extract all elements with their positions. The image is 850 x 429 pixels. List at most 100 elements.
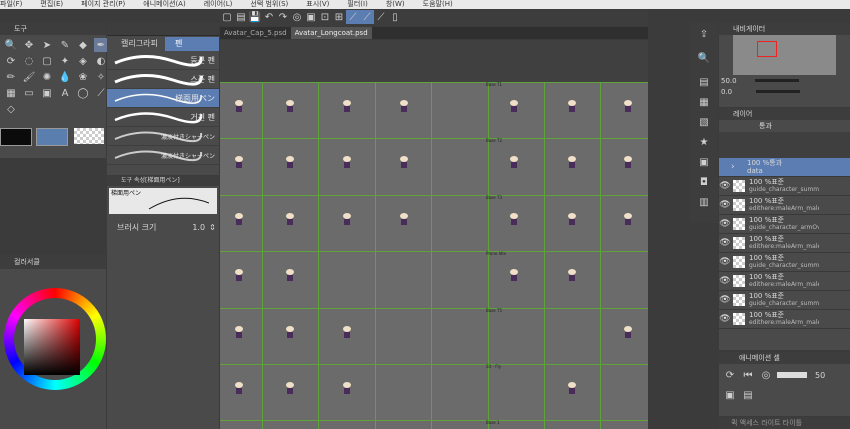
save-icon[interactable]: 💾 bbox=[248, 10, 262, 24]
rect-select-tool-icon[interactable]: ▢ bbox=[40, 54, 54, 68]
zoom-value[interactable]: 50.0 bbox=[721, 77, 737, 85]
new-cell-icon[interactable]: ▣ bbox=[723, 388, 737, 402]
blend-tool-icon[interactable]: ◐ bbox=[94, 54, 108, 68]
layer-row[interactable]: 👁 100 %표준edithere:maleArm_maleArm_f bbox=[719, 272, 850, 291]
snap-special-icon[interactable]: ⟋ bbox=[360, 10, 374, 24]
balloon-tool-icon[interactable]: ◯ bbox=[76, 86, 90, 100]
zoom-slider[interactable] bbox=[754, 79, 799, 82]
redo-icon[interactable]: ↷ bbox=[276, 10, 290, 24]
snap-grid-icon[interactable]: ⟋ bbox=[374, 10, 388, 24]
info-icon[interactable]: ▥ bbox=[697, 195, 711, 209]
open-icon[interactable]: ▤ bbox=[234, 10, 248, 24]
undo-icon[interactable]: ↶ bbox=[262, 10, 276, 24]
decoration-tool-icon[interactable]: ❀ bbox=[76, 70, 90, 84]
operation-tool-icon[interactable]: ➤ bbox=[40, 38, 54, 52]
ink-tool-icon[interactable]: 💧 bbox=[58, 70, 72, 84]
clear-icon[interactable]: ◎ bbox=[290, 10, 304, 24]
saturation-value-square[interactable] bbox=[24, 319, 80, 375]
visibility-eye-icon[interactable]: 👁 bbox=[719, 200, 731, 210]
menu-layer[interactable]: 레이어(L) bbox=[204, 0, 233, 9]
frame-number[interactable]: 50 bbox=[815, 371, 825, 380]
visibility-eye-icon[interactable]: 👁 bbox=[719, 181, 731, 191]
subtool-tab-pen[interactable]: 펜 bbox=[165, 37, 219, 51]
navigator-viewport-box[interactable] bbox=[757, 41, 777, 57]
favorite-icon[interactable]: ★ bbox=[697, 135, 711, 149]
onion-skin-icon[interactable]: ◎ bbox=[759, 368, 773, 382]
quick-access-tab[interactable]: 퀵 액세스 라이트 타이틀 bbox=[719, 417, 850, 429]
smartphone-icon[interactable]: ▯ bbox=[388, 10, 402, 24]
eraser-tool-icon[interactable]: ◆ bbox=[76, 38, 90, 52]
brush-round-pen[interactable]: 둥근 펜 bbox=[107, 51, 219, 70]
layer-row[interactable]: 👁 100 %표준 guide_character_summa bbox=[719, 253, 850, 272]
layer-row[interactable]: 👁 100 %표준edithere:maleArm_maleArmBi bbox=[719, 310, 850, 329]
menu-help[interactable]: 도움말(H) bbox=[423, 0, 453, 9]
delete-cell-icon[interactable]: ▤ bbox=[741, 388, 755, 402]
menu-animation[interactable]: 애니메이션(A) bbox=[143, 0, 185, 9]
layer-row[interactable]: 👁 100 %표준 guide_character_summa bbox=[719, 291, 850, 310]
layer-row[interactable]: 👁 100 %표준edithere:maleArm_maleArmL bbox=[719, 196, 850, 215]
search-icon[interactable]: 🔍 bbox=[697, 51, 711, 65]
brush-mechanical-pencil-2[interactable]: 濃淡付きシャーペン bbox=[107, 146, 219, 165]
menu-window[interactable]: 창(W) bbox=[386, 0, 405, 9]
layer-row[interactable]: 👁 100 %표준 guide_character_summa bbox=[719, 177, 850, 196]
layer-row[interactable]: 👁 100 %표준 guide_character_armOve bbox=[719, 215, 850, 234]
sub-view-icon[interactable]: ▤ bbox=[697, 75, 711, 89]
brush-tool-icon[interactable]: 🖌 bbox=[22, 70, 36, 84]
eyedropper-tool-icon[interactable]: ✎ bbox=[58, 38, 72, 52]
menu-filter[interactable]: 필터(I) bbox=[347, 0, 367, 9]
brush-spoon-pen[interactable]: 스푼 펜 bbox=[107, 70, 219, 89]
first-frame-icon[interactable]: ⏮ bbox=[741, 368, 755, 382]
zoom-tool-icon[interactable]: 🔍 bbox=[4, 38, 18, 52]
brush-size-value[interactable]: 1.0 bbox=[192, 223, 205, 232]
loop-icon[interactable]: ⟳ bbox=[723, 368, 737, 382]
transparent-color-swatch[interactable] bbox=[74, 128, 104, 144]
ruler-tool-icon[interactable]: ⟋ bbox=[94, 86, 108, 100]
camera-icon[interactable]: ◘ bbox=[697, 175, 711, 189]
layer-folder-data[interactable]: › 100 %통과 data bbox=[719, 158, 850, 177]
folder-expand-icon[interactable]: › bbox=[731, 162, 743, 172]
angle-slider[interactable] bbox=[756, 90, 801, 93]
navigator-preview[interactable] bbox=[733, 35, 836, 75]
visibility-eye-icon[interactable]: 👁 bbox=[719, 257, 731, 267]
brush-rough-pen[interactable]: 거친 펜 bbox=[107, 108, 219, 127]
layer-property-icon[interactable]: ▧ bbox=[697, 115, 711, 129]
gradient-tool-icon[interactable]: ▦ bbox=[4, 86, 18, 100]
canvas-area[interactable]: Base T1 Base T2 Base T3 Prone Idle Base … bbox=[220, 40, 648, 429]
subtool-tab-calligraphy[interactable]: 캘리그라피 bbox=[107, 37, 165, 51]
correction-tool-icon[interactable]: ◇ bbox=[4, 102, 18, 116]
snap-ruler-icon[interactable]: ⟋ bbox=[346, 10, 360, 24]
doc-tab-longcoat[interactable]: Avatar_Longcoat.psd bbox=[290, 27, 372, 39]
pen-tool-icon[interactable]: ✒ bbox=[94, 38, 108, 52]
brush-gradient-pen[interactable]: 梯面用ペン bbox=[107, 89, 219, 108]
angle-value[interactable]: 0.0 bbox=[721, 88, 732, 96]
lasso-tool-icon[interactable]: ◌ bbox=[22, 54, 36, 68]
material-icon[interactable]: ⇪ bbox=[697, 27, 711, 41]
move-tool-icon[interactable]: ✥ bbox=[22, 38, 36, 52]
effect-tool-icon[interactable]: ✧ bbox=[94, 70, 108, 84]
frame-slider[interactable] bbox=[777, 372, 807, 378]
doc-tab-cap[interactable]: Avatar_Cap_5.psd bbox=[220, 27, 291, 39]
auto-select-tool-icon[interactable]: ✦ bbox=[58, 54, 72, 68]
menu-edit[interactable]: 편집(E) bbox=[40, 0, 63, 9]
menu-view[interactable]: 표시(V) bbox=[306, 0, 329, 9]
history-icon[interactable]: ▦ bbox=[697, 95, 711, 109]
menu-page[interactable]: 페이지 관리(P) bbox=[81, 0, 125, 9]
sub-color-swatch[interactable] bbox=[36, 128, 68, 146]
menu-file[interactable]: 파일(F) bbox=[0, 0, 22, 9]
deselect-icon[interactable]: ⊡ bbox=[318, 10, 332, 24]
invert-icon[interactable]: ⊞ bbox=[332, 10, 346, 24]
visibility-eye-icon[interactable]: 👁 bbox=[719, 276, 731, 286]
frame-tool-icon[interactable]: ▣ bbox=[40, 86, 54, 100]
new-icon[interactable]: ▢ bbox=[220, 10, 234, 24]
pencil-tool-icon[interactable]: ✏ bbox=[4, 70, 18, 84]
size-stepper-icon[interactable]: ⇕ bbox=[209, 223, 216, 232]
visibility-eye-icon[interactable]: 👁 bbox=[719, 238, 731, 248]
text-tool-icon[interactable]: A bbox=[58, 86, 72, 100]
main-color-swatch[interactable] bbox=[0, 128, 32, 146]
brush-mechanical-pencil-1[interactable]: 濃淡付きシャーペン bbox=[107, 127, 219, 146]
visibility-eye-icon[interactable]: 👁 bbox=[719, 314, 731, 324]
visibility-eye-icon[interactable]: 👁 bbox=[719, 219, 731, 229]
menu-selection[interactable]: 선택 범위(S) bbox=[250, 0, 288, 9]
transform-icon[interactable]: ▣ bbox=[304, 10, 318, 24]
figure-tool-icon[interactable]: ▭ bbox=[22, 86, 36, 100]
